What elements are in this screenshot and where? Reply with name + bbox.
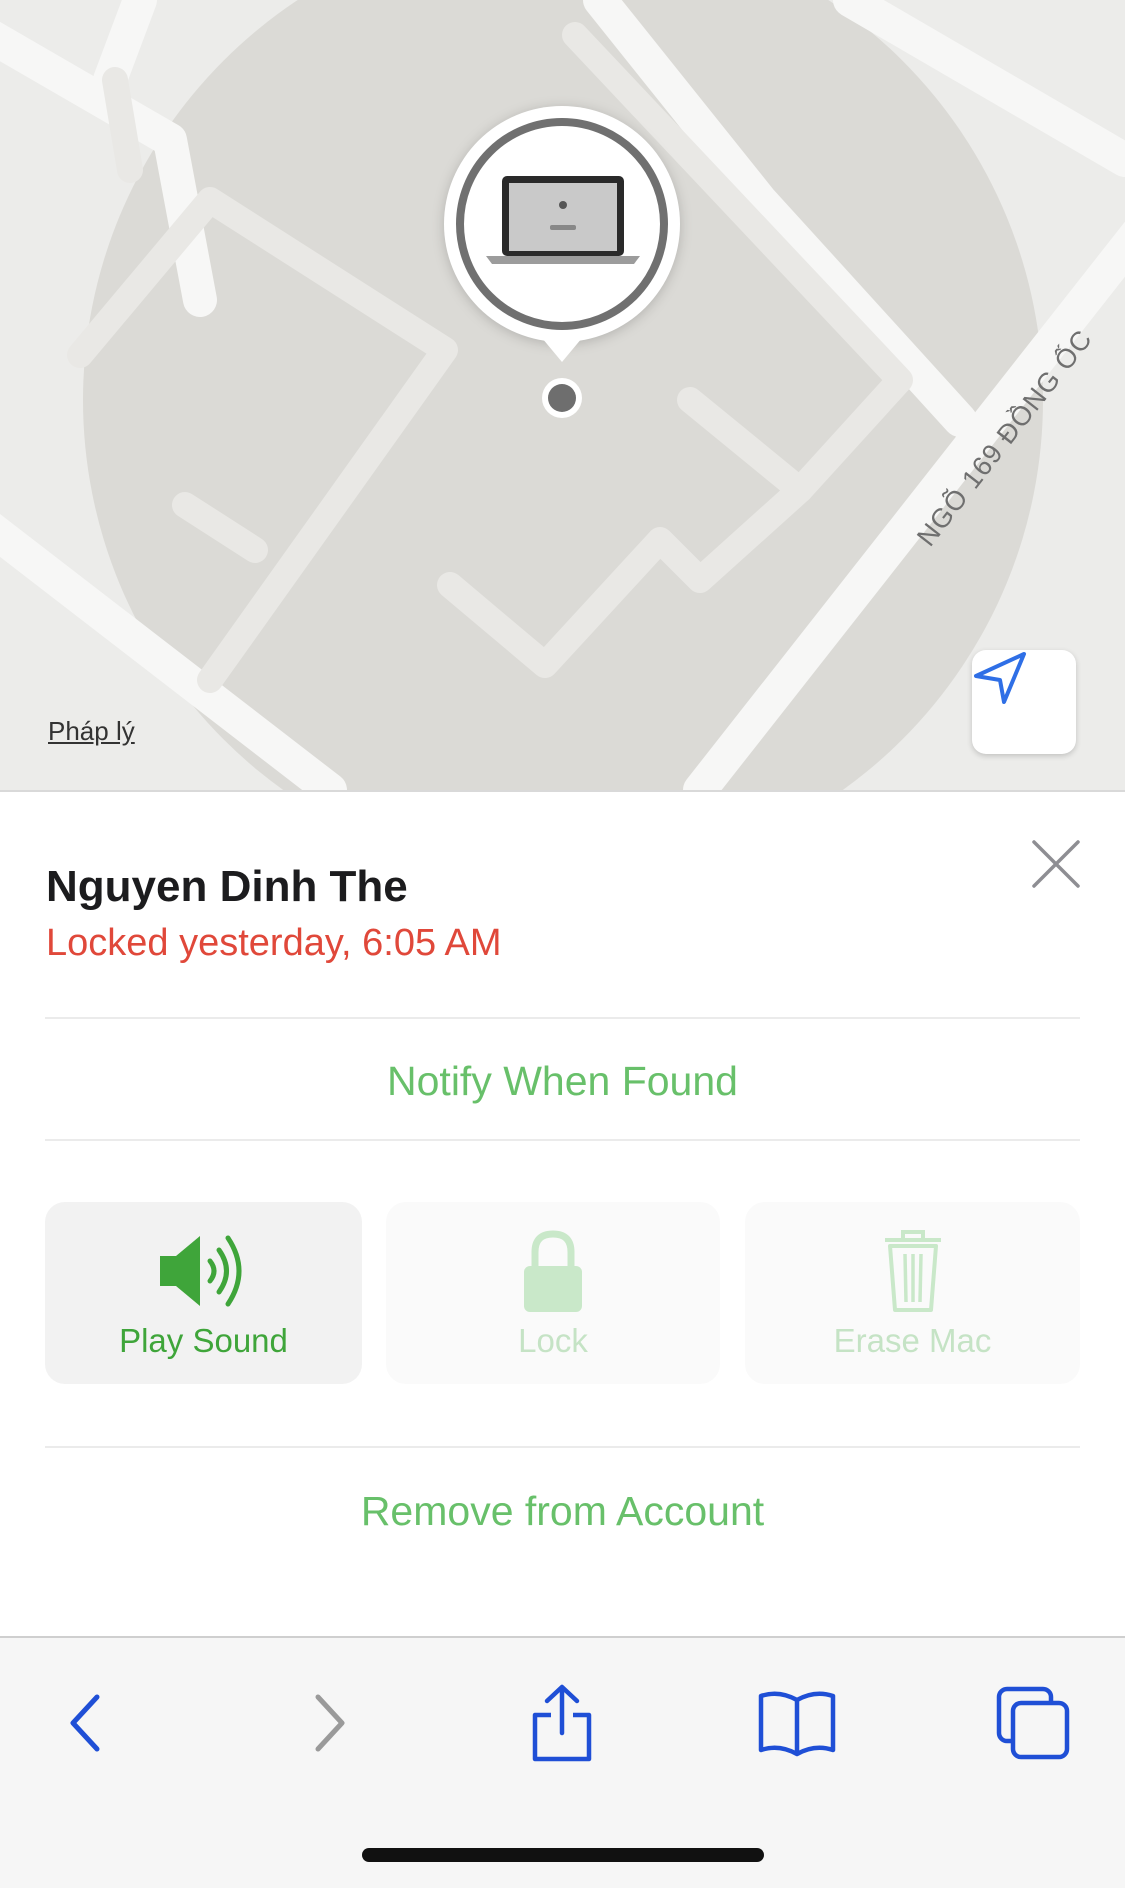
divider bbox=[45, 1017, 1080, 1019]
divider bbox=[45, 1139, 1080, 1141]
locate-button[interactable] bbox=[972, 650, 1076, 754]
device-name: Nguyen Dinh The bbox=[46, 862, 408, 911]
map-roads: NGÕ 169 ĐỒNG ỐC bbox=[0, 0, 1125, 790]
bookmarks-icon bbox=[758, 1691, 836, 1757]
lock-label: Lock bbox=[518, 1322, 588, 1359]
macbook-icon bbox=[486, 176, 640, 264]
map-view[interactable]: NGÕ 169 ĐỒNG ỐC Pháp lý bbox=[0, 0, 1125, 790]
remove-from-account-button[interactable]: Remove from Account bbox=[45, 1488, 1080, 1535]
share-button[interactable] bbox=[517, 1678, 607, 1768]
close-button[interactable] bbox=[1028, 836, 1084, 892]
lock-icon bbox=[524, 1230, 582, 1312]
lock-button[interactable]: Lock bbox=[386, 1202, 720, 1384]
legal-link[interactable]: Pháp lý bbox=[48, 716, 135, 747]
speaker-icon bbox=[159, 1235, 241, 1307]
play-sound-label: Play Sound bbox=[119, 1322, 288, 1359]
back-button[interactable] bbox=[42, 1678, 132, 1768]
tabs-button[interactable] bbox=[988, 1678, 1078, 1768]
bookmarks-button[interactable] bbox=[752, 1678, 842, 1768]
share-icon bbox=[532, 1684, 592, 1762]
device-status: Locked yesterday, 6:05 AM bbox=[46, 922, 502, 964]
trash-icon bbox=[884, 1230, 941, 1312]
forward-icon bbox=[315, 1694, 345, 1752]
back-icon bbox=[70, 1694, 100, 1752]
panel-separator bbox=[0, 790, 1125, 792]
browser-toolbar bbox=[0, 1636, 1125, 1888]
tabs-icon bbox=[996, 1686, 1070, 1760]
play-sound-button[interactable]: Play Sound bbox=[45, 1202, 362, 1384]
erase-mac-button[interactable]: Erase Mac bbox=[745, 1202, 1080, 1384]
close-icon bbox=[1032, 840, 1080, 888]
home-indicator bbox=[362, 1848, 764, 1862]
divider bbox=[45, 1446, 1080, 1448]
forward-button[interactable] bbox=[283, 1678, 373, 1768]
notify-when-found-button[interactable]: Notify When Found bbox=[45, 1058, 1080, 1105]
location-arrow-icon bbox=[974, 652, 1026, 704]
erase-mac-label: Erase Mac bbox=[833, 1322, 992, 1359]
